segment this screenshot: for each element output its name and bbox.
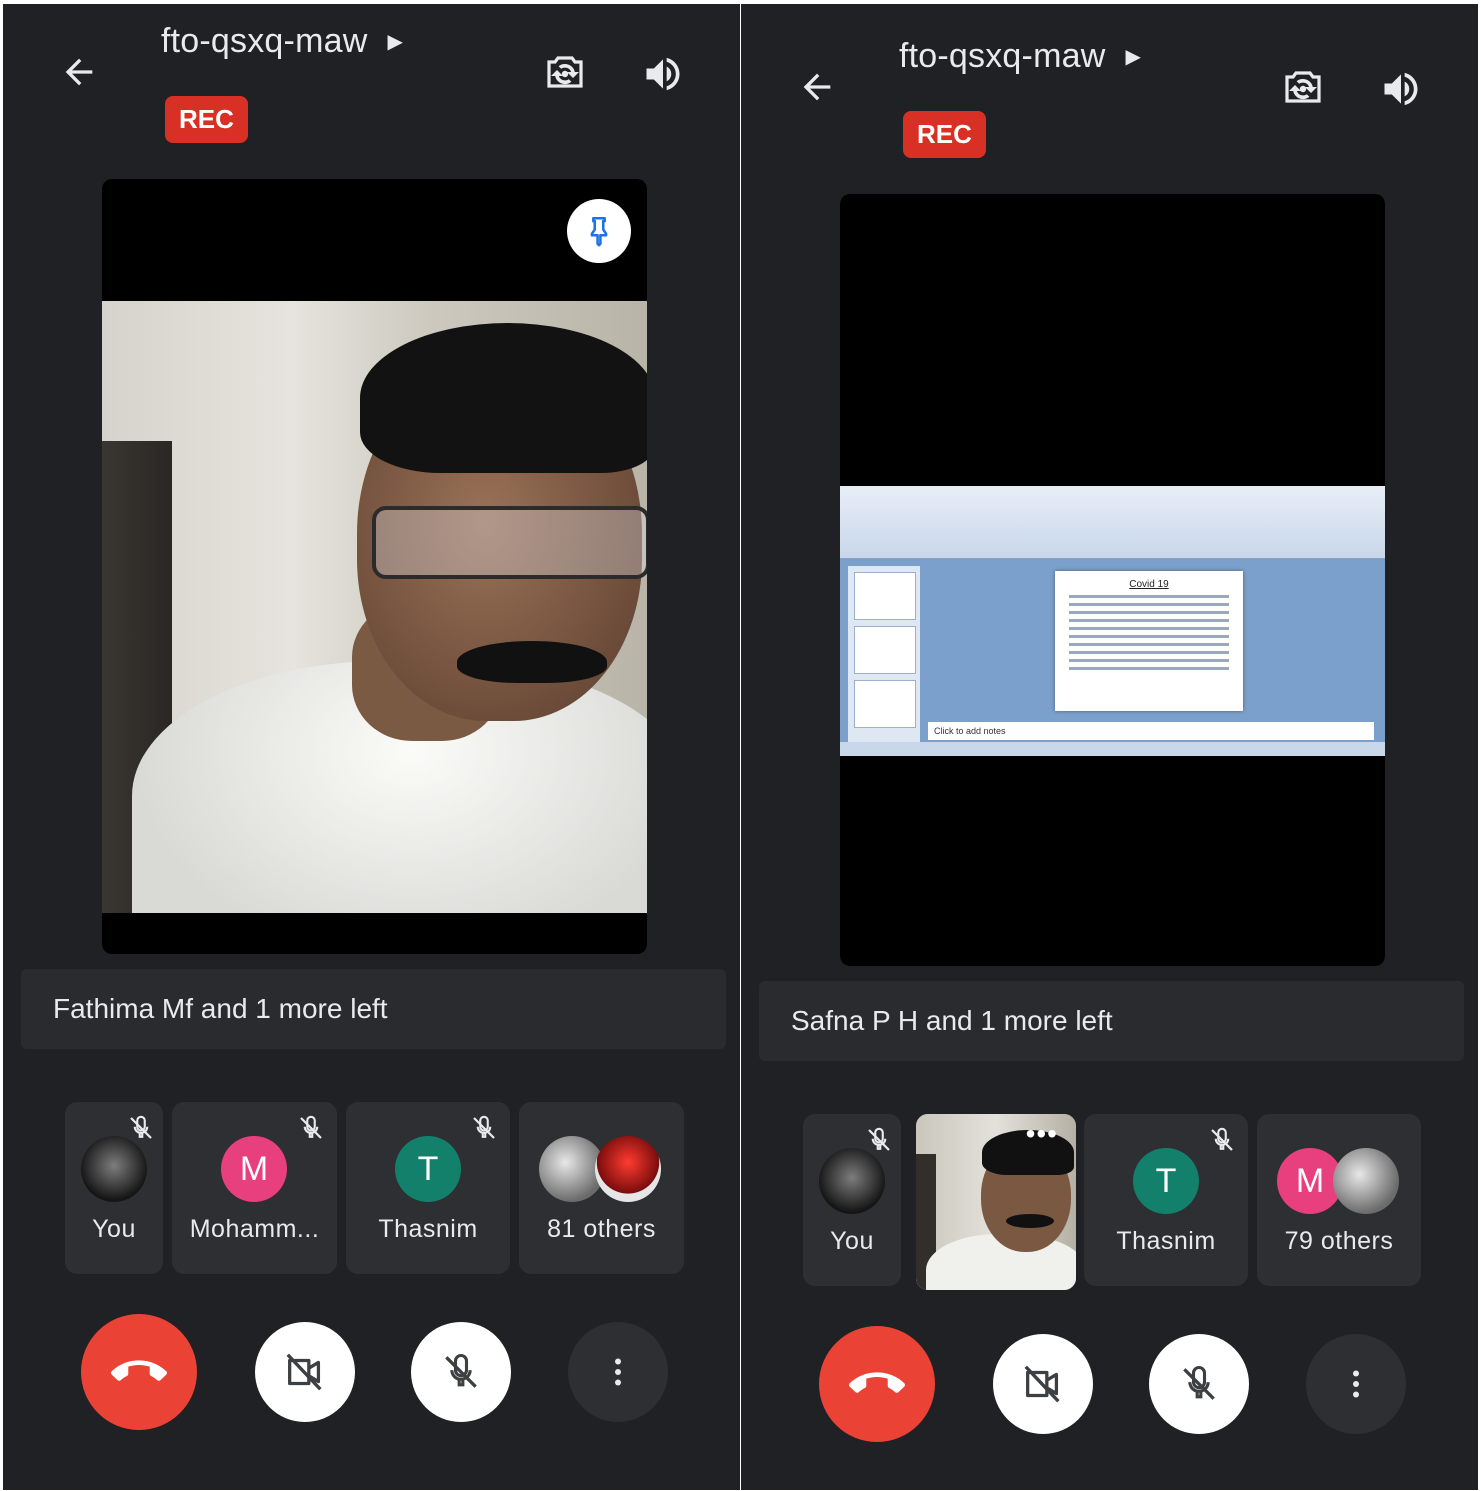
more-options-button[interactable] — [1306, 1334, 1406, 1434]
main-video-tile[interactable] — [102, 179, 647, 954]
camera-switch-icon — [1285, 71, 1321, 103]
status-bar — [840, 742, 1385, 756]
tile-label: 79 others — [1284, 1227, 1394, 1255]
avatar — [1333, 1148, 1399, 1214]
avatar: T — [395, 1136, 461, 1202]
meeting-code-text: fto-qsxq-maw — [899, 37, 1106, 75]
pin-icon — [590, 216, 608, 247]
top-bar: fto-qsxq-maw ▶ REC — [3, 4, 740, 174]
avatar — [595, 1136, 661, 1202]
mic-off-icon — [1183, 1366, 1215, 1400]
switch-camera-button[interactable] — [1273, 59, 1333, 119]
speaker-icon — [646, 57, 680, 91]
mic-off-icon — [293, 1110, 329, 1146]
videocam-off-icon — [1024, 1365, 1060, 1403]
shared-screen: Covid 19 Click to add notes — [840, 486, 1385, 756]
mic-off-icon — [466, 1110, 502, 1146]
powerpoint-ribbon — [840, 486, 1385, 559]
participants-left-notice: Fathima Mf and 1 more left — [21, 969, 726, 1049]
more-vert-icon — [615, 1358, 621, 1386]
meeting-code-text: fto-qsxq-maw — [161, 22, 368, 60]
pin-button[interactable] — [567, 199, 631, 263]
camera-switch-icon — [547, 56, 583, 88]
mic-off-icon — [123, 1110, 159, 1146]
rec-badge: REC — [903, 111, 986, 158]
avatar: M — [221, 1136, 287, 1202]
rec-badge: REC — [165, 96, 248, 143]
participant-tile-thasnim[interactable]: T Thasnim — [346, 1102, 510, 1274]
mic-off-icon — [861, 1122, 897, 1158]
mic-off-icon — [445, 1354, 477, 1388]
end-call-button[interactable] — [81, 1314, 197, 1430]
tile-label: Thasnim — [378, 1215, 478, 1243]
mic-off-icon — [1204, 1122, 1240, 1158]
participant-tile-you[interactable]: You — [803, 1114, 901, 1286]
more-options-button[interactable] — [568, 1322, 668, 1422]
tile-label: You — [92, 1215, 136, 1243]
slide-page: Covid 19 — [1055, 571, 1243, 711]
mic-toggle-button[interactable] — [411, 1322, 511, 1422]
participant-tile-others[interactable]: 81 others — [519, 1102, 684, 1274]
tile-label: You — [830, 1227, 874, 1255]
meet-screen-left: fto-qsxq-maw ▶ REC Fathima Mf and 1 more… — [3, 4, 740, 1490]
slide-title: Covid 19 — [1129, 579, 1169, 590]
mic-toggle-button[interactable] — [1149, 1334, 1249, 1434]
participant-tile-others[interactable]: M 79 others — [1257, 1114, 1421, 1286]
tile-label: Thasnim — [1116, 1227, 1216, 1255]
back-arrow-icon — [803, 73, 831, 101]
avatar: T — [1133, 1148, 1199, 1214]
call-end-icon — [849, 1372, 905, 1393]
back-arrow-icon — [65, 58, 93, 86]
chevron-right-icon: ▶ — [387, 31, 404, 53]
videocam-off-icon — [286, 1353, 322, 1391]
tile-label: Mohamm... — [189, 1215, 320, 1243]
camera-toggle-button[interactable] — [255, 1322, 355, 1422]
slide-notes: Click to add notes — [928, 722, 1374, 740]
top-bar: fto-qsxq-maw ▶ REC — [741, 19, 1478, 189]
call-end-icon — [111, 1360, 167, 1381]
chevron-right-icon: ▶ — [1125, 46, 1142, 68]
meet-screen-right: fto-qsxq-maw ▶ REC Covid 19 Click to add… — [741, 4, 1478, 1490]
tile-label: 81 others — [547, 1215, 656, 1243]
more-vert-icon — [1353, 1370, 1359, 1398]
slide-thumbnails — [848, 566, 920, 742]
presentation-tile[interactable]: Covid 19 Click to add notes — [840, 194, 1385, 966]
participant-video-tile[interactable]: ••• — [916, 1114, 1076, 1290]
back-button[interactable] — [51, 44, 107, 100]
speaker-icon — [1384, 72, 1418, 106]
participant-video — [102, 301, 647, 913]
back-button[interactable] — [789, 59, 845, 115]
participant-tile-mohammed[interactable]: M Mohamm... — [172, 1102, 337, 1274]
meeting-code[interactable]: fto-qsxq-maw ▶ — [161, 22, 403, 61]
participant-tile-you[interactable]: You — [65, 1102, 163, 1274]
meeting-code[interactable]: fto-qsxq-maw ▶ — [899, 37, 1141, 76]
end-call-button[interactable] — [819, 1326, 935, 1442]
participants-left-notice: Safna P H and 1 more left — [759, 981, 1464, 1061]
camera-toggle-button[interactable] — [993, 1334, 1093, 1434]
participant-tile-thasnim[interactable]: T Thasnim — [1084, 1114, 1248, 1286]
more-icon[interactable]: ••• — [1026, 1120, 1058, 1148]
speaker-button[interactable] — [633, 44, 693, 104]
switch-camera-button[interactable] — [535, 44, 595, 104]
speaker-button[interactable] — [1371, 59, 1431, 119]
